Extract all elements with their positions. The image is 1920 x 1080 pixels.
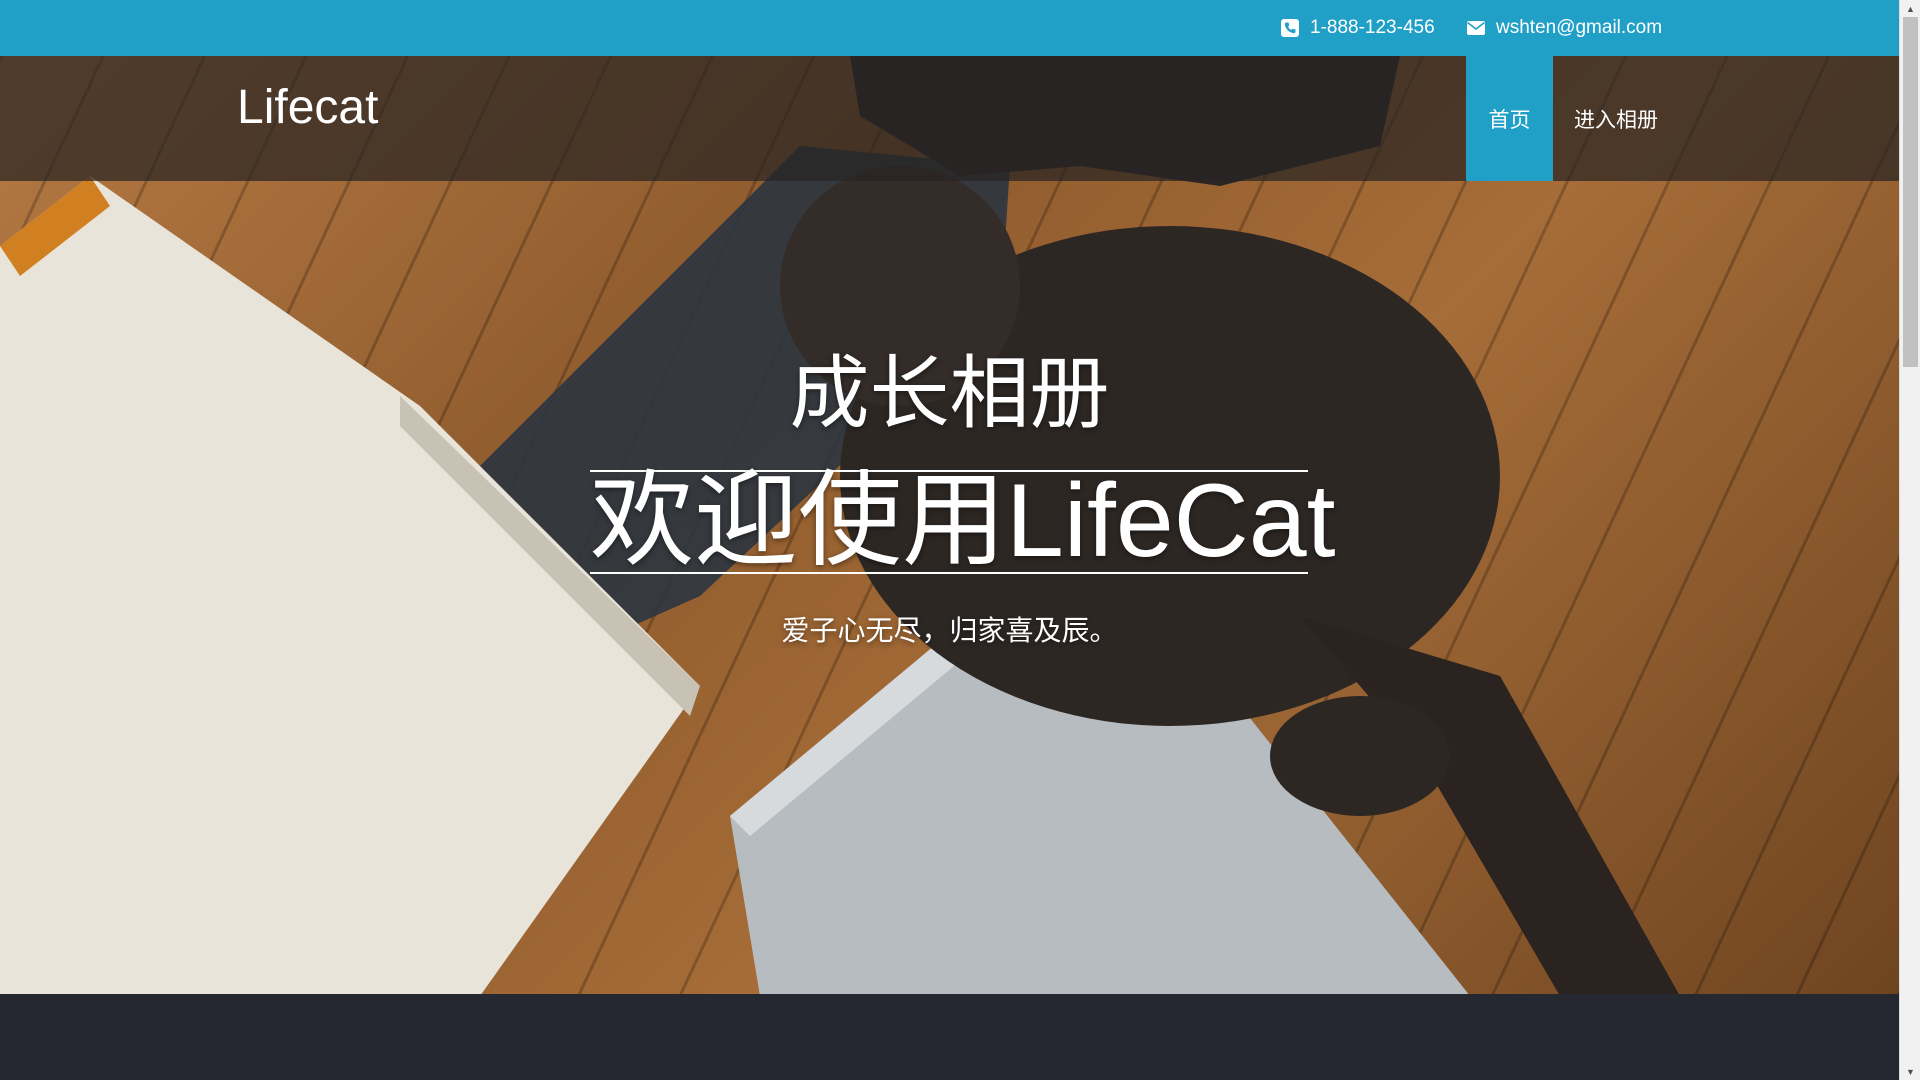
- hero-subtitle: 成长相册: [789, 349, 1110, 438]
- phone-number: 1-888-123-456: [1310, 17, 1435, 38]
- nav-home[interactable]: 首页: [1466, 56, 1553, 181]
- contact-email[interactable]: wshten@gmail.com: [1466, 0, 1662, 56]
- hero-title: 欢迎使用LifeCat: [590, 463, 1336, 579]
- scroll-up-arrow-icon[interactable]: ▲: [1900, 0, 1920, 17]
- contact-phone[interactable]: 1-888-123-456: [1280, 0, 1435, 56]
- nav-enter-album[interactable]: 进入相册: [1560, 56, 1672, 181]
- page-scrollbar[interactable]: ▲ ▼: [1899, 0, 1920, 1080]
- footer-strip: [0, 994, 1899, 1080]
- hero-section: Lifecat 首页 进入相册 成长相册 欢迎使用LifeCat 爱子心无尽，归…: [0, 56, 1899, 994]
- hero-title-frame: 欢迎使用LifeCat: [590, 466, 1336, 576]
- contact-bar: 1-888-123-456 wshten@gmail.com: [0, 0, 1899, 56]
- email-address: wshten@gmail.com: [1496, 17, 1663, 38]
- envelope-icon: [1467, 21, 1485, 35]
- navbar: Lifecat 首页 进入相册: [0, 56, 1899, 181]
- phone-icon: [1281, 19, 1299, 37]
- brand-logo[interactable]: Lifecat: [237, 80, 378, 135]
- scroll-down-arrow-icon[interactable]: ▼: [1900, 1063, 1920, 1080]
- scroll-thumb[interactable]: [1903, 17, 1918, 367]
- hero-tagline: 爱子心无尽，归家喜及辰。: [781, 615, 1118, 646]
